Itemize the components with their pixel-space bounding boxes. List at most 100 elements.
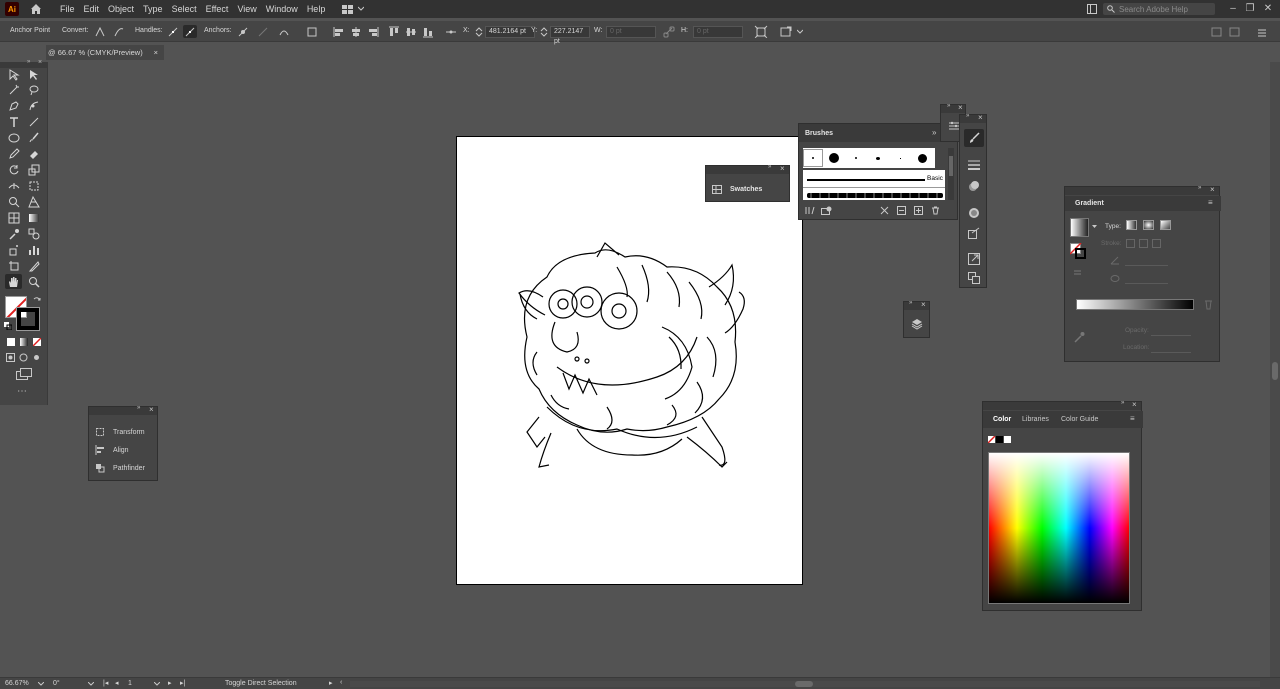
gradient-title[interactable]: Gradient <box>1075 200 1104 207</box>
delete-brush-icon[interactable] <box>931 206 940 215</box>
y-stepper-icon[interactable] <box>540 27 548 37</box>
rotation-value[interactable]: 0° <box>53 680 60 687</box>
menu-view[interactable]: View <box>237 4 256 14</box>
collapse-icon[interactable]: » <box>1198 185 1201 191</box>
libraries-panel-icon[interactable] <box>821 206 833 215</box>
align-bottom-icon[interactable] <box>421 25 435 38</box>
free-transform-tool-icon[interactable] <box>28 180 40 192</box>
collapse-icon[interactable]: » <box>27 59 30 65</box>
gradient-thumbnail[interactable] <box>1070 218 1089 237</box>
draw-normal-icon[interactable] <box>6 353 15 362</box>
menu-type[interactable]: Type <box>143 4 163 14</box>
screen-mode-icon[interactable] <box>16 368 32 380</box>
appearance-icon[interactable] <box>968 180 980 192</box>
more-options-icon[interactable] <box>779 25 793 38</box>
maximize-icon[interactable]: ❐ <box>1243 2 1257 16</box>
collapse-icon[interactable]: » <box>137 405 140 411</box>
pathfinder-panel-tab[interactable]: Pathfinder <box>89 459 157 477</box>
magic-wand-tool-icon[interactable] <box>8 84 20 96</box>
rotation-chevron-icon[interactable] <box>88 682 94 687</box>
stroke-icon[interactable] <box>968 160 980 170</box>
horizontal-scroll-thumb[interactable] <box>795 681 813 687</box>
align-middle-icon[interactable] <box>404 25 418 38</box>
curvature-tool-icon[interactable] <box>28 100 40 112</box>
color-tab[interactable]: Color <box>993 416 1011 423</box>
y-coordinate-input[interactable]: 227.2147 pt <box>550 26 590 45</box>
direct-selection-tool-icon[interactable] <box>28 69 40 81</box>
brush-options-icon[interactable] <box>897 206 906 215</box>
zoom-chevron-icon[interactable] <box>38 682 44 687</box>
edit-toolbar-icon[interactable]: ⋯ <box>17 386 27 397</box>
width-tool-icon[interactable] <box>8 180 20 192</box>
reference-point-icon[interactable] <box>444 25 458 38</box>
connect-anchors-icon[interactable] <box>256 25 270 38</box>
hide-handles-icon[interactable] <box>183 25 197 38</box>
convert-smooth-icon[interactable] <box>112 25 126 38</box>
collapse-icon[interactable]: » <box>947 103 950 109</box>
slice-tool-icon[interactable] <box>28 260 40 272</box>
brush-tip-1[interactable] <box>803 149 823 167</box>
none-swatch[interactable] <box>988 436 995 443</box>
linear-gradient-button[interactable] <box>1126 220 1137 230</box>
next-artboard-icon[interactable]: ▸ <box>168 679 172 687</box>
status-menu-icon[interactable]: ▸ <box>329 679 333 687</box>
more-options-chevron-icon[interactable] <box>797 29 803 35</box>
swap-fill-stroke-icon[interactable] <box>33 296 41 304</box>
layers-close-icon[interactable]: × <box>921 300 926 309</box>
brushes-title[interactable]: Brushes <box>805 130 833 137</box>
arrange-documents-button[interactable] <box>342 4 365 14</box>
lasso-tool-icon[interactable] <box>28 84 40 96</box>
location-input[interactable] <box>1151 343 1191 353</box>
pencil-tool-icon[interactable] <box>8 148 20 160</box>
home-icon[interactable] <box>29 2 43 16</box>
artboard-number[interactable]: 1 <box>128 680 132 687</box>
perspective-grid-tool-icon[interactable] <box>28 196 40 208</box>
brushes-dock-button[interactable] <box>964 129 984 147</box>
gradient-close-icon[interactable]: × <box>1210 185 1215 194</box>
aspect-ratio-input[interactable] <box>1125 274 1168 284</box>
swatches-tab[interactable]: Swatches <box>706 180 789 198</box>
angle-input[interactable] <box>1125 256 1168 266</box>
artboard-tool-icon[interactable] <box>8 260 20 272</box>
rotate-tool-icon[interactable] <box>8 164 20 176</box>
hand-tool-active[interactable] <box>5 274 22 289</box>
search-field[interactable]: Search Adobe Help <box>1103 3 1215 15</box>
menu-object[interactable]: Object <box>108 4 134 14</box>
artistic-brush-stroke[interactable] <box>807 193 943 198</box>
draw-inside-icon[interactable] <box>32 353 41 362</box>
brush-tip-4[interactable] <box>867 156 889 160</box>
panel-toggle-icon[interactable] <box>1210 25 1224 38</box>
color-spectrum[interactable] <box>988 452 1130 604</box>
menu-file[interactable]: File <box>60 4 75 14</box>
menu-select[interactable]: Select <box>172 4 197 14</box>
gradient-eyedropper-icon[interactable] <box>1073 331 1085 343</box>
radial-gradient-button[interactable] <box>1143 220 1154 230</box>
last-artboard-icon[interactable]: ▸| <box>180 679 185 687</box>
column-graph-tool-icon[interactable] <box>28 244 40 256</box>
align-left-icon[interactable] <box>332 25 346 38</box>
pen-tool-icon[interactable] <box>8 100 20 112</box>
cut-path-icon[interactable] <box>277 25 291 38</box>
collapse-icon[interactable]: » <box>768 164 771 170</box>
gradient-menu-icon[interactable]: ≡ <box>1208 198 1213 207</box>
ellipse-tool-icon[interactable] <box>8 132 20 144</box>
layers-icon[interactable] <box>911 318 923 330</box>
transparency-icon[interactable] <box>968 207 980 219</box>
align-top-icon[interactable] <box>387 25 401 38</box>
export-asset-icon[interactable] <box>968 253 980 265</box>
brush-tip-3[interactable] <box>845 157 867 159</box>
scroll-left-icon[interactable]: ‹ <box>340 679 342 686</box>
delete-stop-icon[interactable] <box>1204 299 1213 310</box>
remove-stroke-icon[interactable] <box>880 206 889 215</box>
document-close-icon[interactable]: × <box>154 45 158 60</box>
minimize-icon[interactable]: – <box>1226 2 1240 16</box>
color-mode-icon[interactable] <box>7 338 15 346</box>
none-mode-icon[interactable] <box>33 338 41 346</box>
stroke-within-button[interactable] <box>1126 239 1135 248</box>
stroke-along-button[interactable] <box>1139 239 1148 248</box>
stroke-across-button[interactable] <box>1152 239 1161 248</box>
artboards-icon[interactable] <box>968 272 980 284</box>
menu-edit[interactable]: Edit <box>84 4 100 14</box>
color-guide-tab[interactable]: Color Guide <box>1061 416 1098 423</box>
brushes-scroll-thumb[interactable] <box>949 156 953 176</box>
